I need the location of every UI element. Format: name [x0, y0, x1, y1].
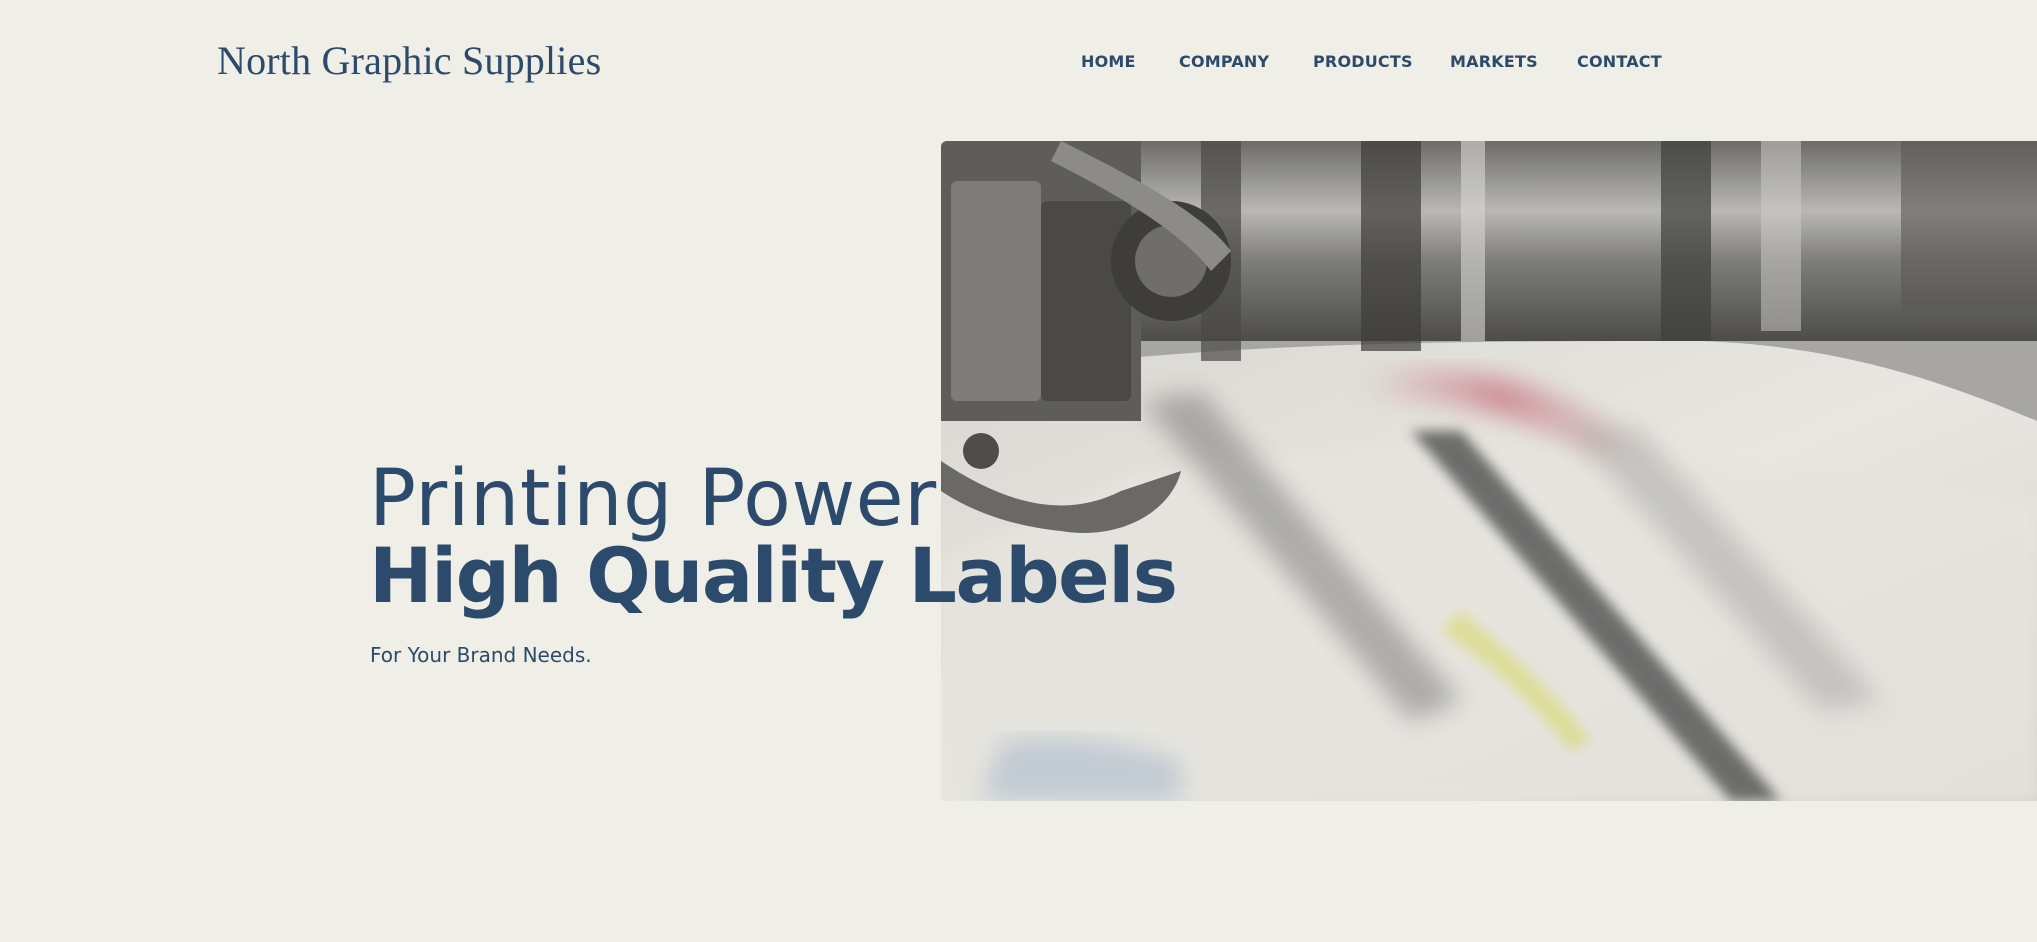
hero-subtitle: For Your Brand Needs.: [370, 643, 592, 667]
printing-press-illustration: [941, 141, 2037, 801]
hero-image-printing-press: [941, 141, 2037, 801]
nav-markets-link[interactable]: MARKETS: [1450, 52, 1538, 71]
site-logo[interactable]: North Graphic Supplies: [217, 37, 601, 84]
hero-heading-bold: High Quality Labels: [369, 531, 1178, 620]
nav-products-link[interactable]: PRODUCTS: [1313, 52, 1413, 71]
nav-contact-link[interactable]: CONTACT: [1577, 52, 1662, 71]
nav-company-link[interactable]: COMPANY: [1179, 52, 1269, 71]
nav-home-link[interactable]: HOME: [1081, 52, 1136, 71]
